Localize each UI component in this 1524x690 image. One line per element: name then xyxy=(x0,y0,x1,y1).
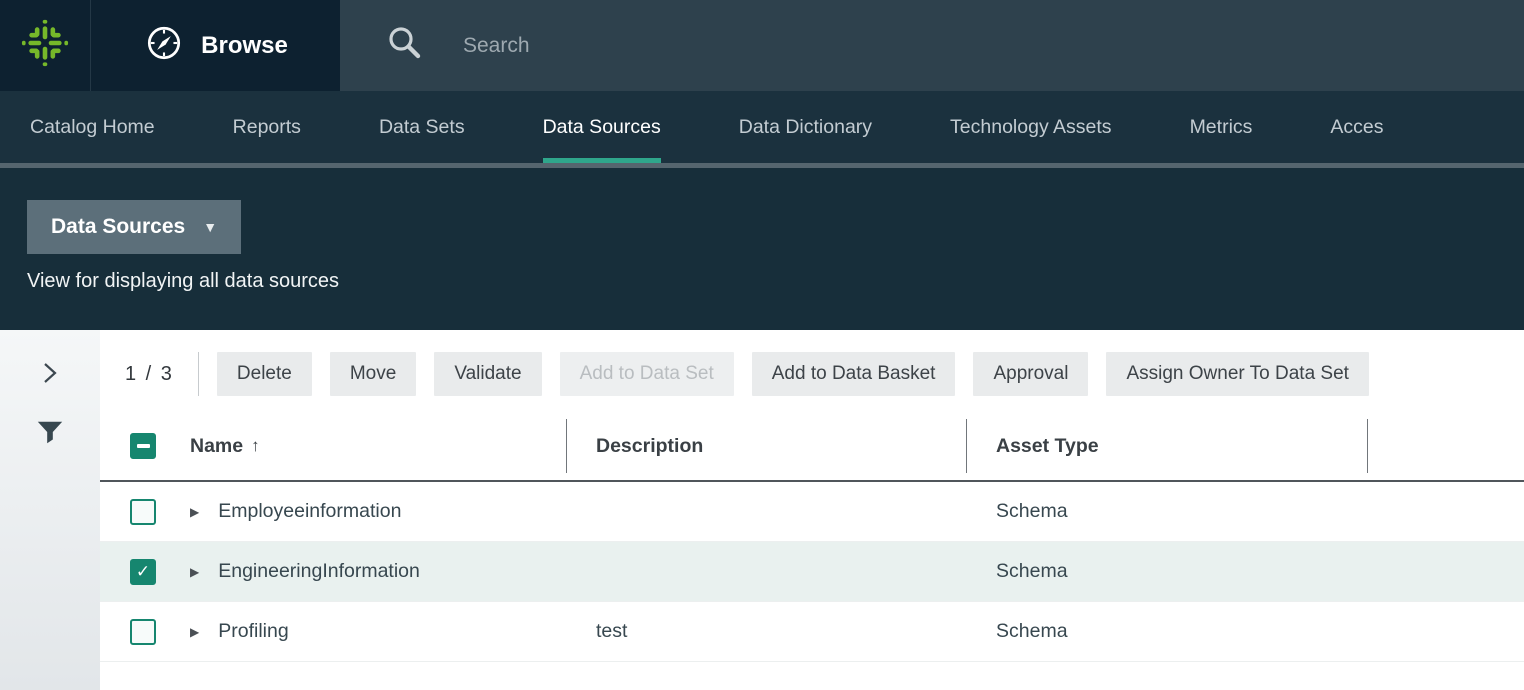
tab-technology-assets[interactable]: Technology Assets xyxy=(950,91,1112,163)
search-icon xyxy=(385,23,425,68)
table-row[interactable]: ▶ EngineeringInformation Schema xyxy=(100,542,1524,602)
app-logo[interactable] xyxy=(0,0,90,91)
pagination-indicator: 1 / 3 xyxy=(125,363,174,386)
browse-menu-button[interactable]: Browse xyxy=(90,0,340,91)
asset-name-link[interactable]: Profiling xyxy=(218,620,288,643)
asset-name-link[interactable]: Employeeinformation xyxy=(218,500,401,523)
column-header-name[interactable]: Name ↑ xyxy=(190,419,567,473)
column-header-empty xyxy=(1368,419,1524,473)
asset-type-cell: Schema xyxy=(967,620,1368,643)
view-selector-label: Data Sources xyxy=(51,215,185,239)
assign-owner-button[interactable]: Assign Owner To Data Set xyxy=(1106,352,1368,396)
left-rail xyxy=(0,330,100,690)
tab-data-sources[interactable]: Data Sources xyxy=(543,91,661,163)
tab-data-dictionary[interactable]: Data Dictionary xyxy=(739,91,872,163)
select-all-checkbox[interactable] xyxy=(130,433,156,459)
view-header: Data Sources ▼ View for displaying all d… xyxy=(0,168,1524,330)
column-header-description[interactable]: Description xyxy=(567,419,967,473)
row-checkbox[interactable] xyxy=(130,559,156,585)
add-to-data-basket-button[interactable]: Add to Data Basket xyxy=(752,352,956,396)
toolbar-divider xyxy=(198,352,199,396)
asset-type-cell: Schema xyxy=(967,560,1368,583)
table-header-row: Name ↑ Description Asset Type xyxy=(100,412,1524,482)
table-toolbar: 1 / 3 Delete Move Validate Add to Data S… xyxy=(100,346,1524,402)
tab-data-sets[interactable]: Data Sets xyxy=(379,91,465,163)
add-to-data-set-button[interactable]: Add to Data Set xyxy=(560,352,734,396)
expand-panel-button[interactable] xyxy=(39,360,61,391)
validate-button[interactable]: Validate xyxy=(434,352,541,396)
top-bar: Browse xyxy=(0,0,1524,91)
catalog-nav-tabs: Catalog Home Reports Data Sets Data Sour… xyxy=(0,91,1524,168)
triangle-right-icon[interactable]: ▶ xyxy=(190,565,199,579)
asset-name-link[interactable]: EngineeringInformation xyxy=(218,560,420,583)
column-header-asset-type[interactable]: Asset Type xyxy=(967,419,1368,473)
description-cell: test xyxy=(567,620,967,643)
chevron-down-icon: ▼ xyxy=(203,219,217,235)
tab-reports[interactable]: Reports xyxy=(233,91,301,163)
global-search-bar[interactable] xyxy=(340,0,1524,91)
data-sources-panel: 1 / 3 Delete Move Validate Add to Data S… xyxy=(100,330,1524,690)
approval-button[interactable]: Approval xyxy=(973,352,1088,396)
view-description: View for displaying all data sources xyxy=(27,270,1524,293)
tab-catalog-home[interactable]: Catalog Home xyxy=(30,91,155,163)
compass-icon xyxy=(143,22,185,69)
table-row[interactable]: ▶ Profiling test Schema xyxy=(100,602,1524,662)
row-checkbox[interactable] xyxy=(130,499,156,525)
tab-metrics[interactable]: Metrics xyxy=(1190,91,1253,163)
move-button[interactable]: Move xyxy=(330,352,416,396)
sort-ascending-icon[interactable]: ↑ xyxy=(251,436,260,456)
delete-button[interactable]: Delete xyxy=(217,352,312,396)
filter-funnel-icon[interactable] xyxy=(35,417,65,452)
tab-access[interactable]: Acces xyxy=(1330,91,1383,163)
table-row[interactable]: ▶ Employeeinformation Schema xyxy=(100,482,1524,542)
browse-label: Browse xyxy=(201,32,288,60)
search-input[interactable] xyxy=(463,34,1063,58)
collibra-logo-icon xyxy=(21,19,69,72)
asset-type-cell: Schema xyxy=(967,500,1368,523)
data-sources-table: Name ↑ Description Asset Type ▶ xyxy=(100,412,1524,662)
content-area: 1 / 3 Delete Move Validate Add to Data S… xyxy=(0,330,1524,690)
triangle-right-icon[interactable]: ▶ xyxy=(190,505,199,519)
row-checkbox[interactable] xyxy=(130,619,156,645)
view-selector-button[interactable]: Data Sources ▼ xyxy=(27,200,241,254)
triangle-right-icon[interactable]: ▶ xyxy=(190,625,199,639)
